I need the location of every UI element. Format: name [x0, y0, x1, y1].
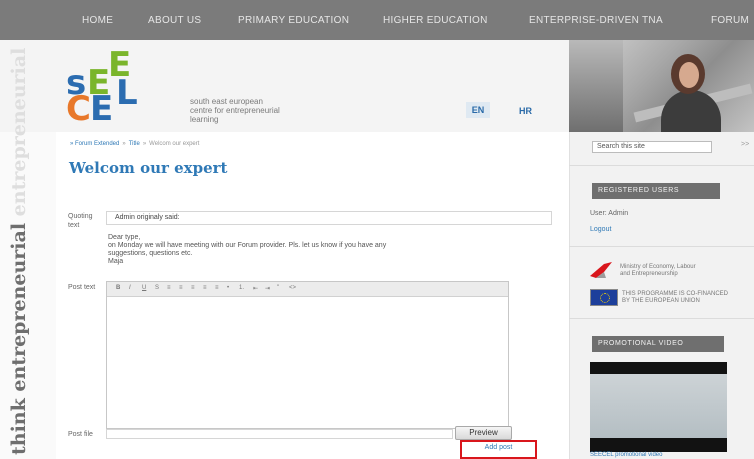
- language-en[interactable]: EN: [466, 102, 490, 118]
- breadcrumb-forum-extended[interactable]: » Forum Extended: [70, 141, 119, 147]
- post-file-label: Post file: [68, 431, 93, 438]
- search-input[interactable]: Search this site: [592, 141, 712, 153]
- site-tagline: south east european centre for entrepren…: [190, 97, 280, 124]
- breadcrumb: » Forum Extended» Title» Welcom our expert: [70, 141, 200, 147]
- user-line: User: Admin: [590, 210, 629, 217]
- underline-button[interactable]: U: [142, 285, 146, 291]
- seecel-logo[interactable]: s E E C E L: [66, 46, 176, 126]
- quote-button[interactable]: ": [277, 285, 279, 291]
- align-right-button[interactable]: ≡: [191, 285, 195, 291]
- strike-button[interactable]: S: [155, 285, 159, 291]
- top-navigation: HOME ABOUT US PRIMARY EDUCATION HIGHER E…: [0, 0, 754, 40]
- promotional-video-player[interactable]: [590, 362, 727, 452]
- nav-item-higher-education[interactable]: HIGHER EDUCATION: [383, 15, 488, 26]
- editor-toolbar: B I U S ≡ ≡ ≡ ≡ ≡ • 1. ⇤ ⇥ " <>: [107, 282, 508, 297]
- justify-button[interactable]: ≡: [203, 285, 207, 291]
- post-text-label: Post text: [68, 284, 96, 291]
- nav-item-forum[interactable]: FORUM: [711, 15, 749, 26]
- registered-users-heading: REGISTERED USERS: [592, 183, 720, 199]
- align-left-button[interactable]: ≡: [167, 285, 171, 291]
- breadcrumb-current: Welcom our expert: [149, 141, 200, 147]
- ministry-logo-icon: [590, 262, 612, 278]
- italic-button[interactable]: I: [129, 285, 131, 291]
- eu-cofinance-text: THIS PROGRAMME IS CO-FINANCED BY THE EUR…: [622, 291, 729, 304]
- add-post-button[interactable]: Add post: [460, 440, 537, 459]
- code-button[interactable]: <>: [289, 285, 296, 291]
- promotional-video-heading: PROMOTIONAL VIDEO: [592, 336, 724, 352]
- quoted-message: Dear type, on Monday we will have meetin…: [108, 234, 387, 265]
- quoting-text-field[interactable]: Admin originaly said:: [106, 211, 552, 225]
- outdent-button[interactable]: ⇤: [253, 285, 258, 292]
- search-go-button[interactable]: >>: [741, 141, 749, 148]
- bullet-list-button[interactable]: •: [227, 285, 229, 291]
- logout-link[interactable]: Logout: [590, 226, 611, 233]
- breadcrumb-title[interactable]: Title: [129, 141, 140, 147]
- nav-item-about-us[interactable]: ABOUT US: [148, 15, 201, 26]
- indent-more-button[interactable]: ⇥: [265, 285, 270, 292]
- nav-item-primary-education[interactable]: PRIMARY EDUCATION: [238, 15, 349, 26]
- sidebar-divider: [569, 318, 754, 319]
- post-text-editor[interactable]: B I U S ≡ ≡ ≡ ≡ ≡ • 1. ⇤ ⇥ " <>: [106, 281, 509, 429]
- ministry-text[interactable]: Ministry of Economy, Labour and Entrepre…: [620, 264, 696, 278]
- preview-button[interactable]: Preview: [455, 426, 512, 440]
- numbered-list-button[interactable]: 1.: [239, 285, 244, 291]
- sidebar-divider: [569, 246, 754, 247]
- quoting-text-label: Quoting text: [68, 213, 93, 229]
- indent-button[interactable]: ≡: [215, 285, 219, 291]
- video-frame: [590, 374, 727, 438]
- post-file-input[interactable]: [106, 429, 453, 439]
- video-caption-link[interactable]: SEECEL promotional video: [590, 452, 662, 458]
- eu-flag-icon: [590, 289, 618, 306]
- header-photo: [569, 40, 754, 132]
- align-center-button[interactable]: ≡: [179, 285, 183, 291]
- bold-button[interactable]: B: [116, 285, 120, 291]
- nav-item-enterprise-driven-tna[interactable]: ENTERPRISE-DRIVEN TNA: [529, 15, 663, 26]
- page-title: Welcom our expert: [69, 159, 228, 177]
- sidebar-divider: [569, 165, 754, 166]
- language-hr[interactable]: HR: [519, 106, 532, 116]
- nav-item-home[interactable]: HOME: [82, 15, 113, 26]
- slogan-vertical-text: think entrepreneurial entrepreneurial: [8, 47, 30, 455]
